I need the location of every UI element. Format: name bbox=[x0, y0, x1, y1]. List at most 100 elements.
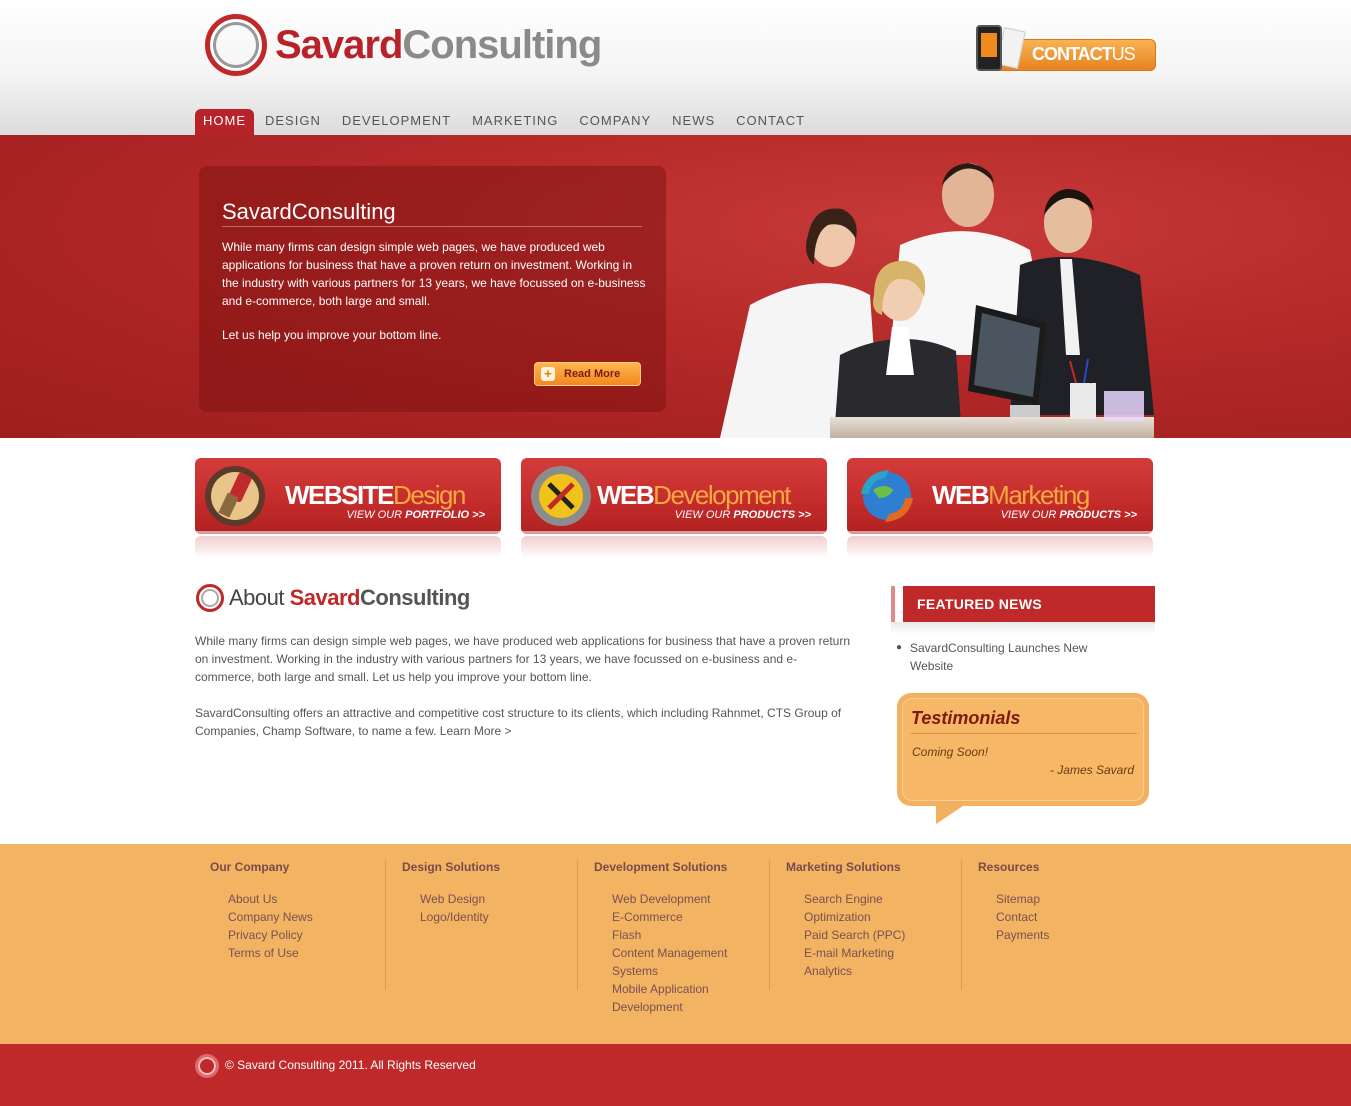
footer-col-resources: Resources Sitemap Contact Payments bbox=[961, 860, 1153, 990]
nav-design[interactable]: DESIGN bbox=[255, 109, 331, 135]
contact-us-button[interactable]: CONTACTUS bbox=[970, 25, 1156, 71]
footer-col-title: Design Solutions bbox=[402, 860, 501, 874]
about-heading: About SavardConsulting bbox=[196, 584, 470, 612]
nav-news[interactable]: NEWS bbox=[662, 109, 725, 135]
footer-link[interactable]: Company News bbox=[228, 908, 378, 926]
footer-link[interactable]: Sitemap bbox=[996, 890, 1146, 908]
hero-divider bbox=[222, 226, 642, 227]
service-link-prefix: VIEW OUR bbox=[674, 509, 734, 521]
service-reflection bbox=[847, 536, 1153, 558]
nav-marketing[interactable]: MARKETING bbox=[462, 109, 568, 135]
nav-company[interactable]: COMPANY bbox=[569, 109, 661, 135]
featured-news-title: FEATURED NEWS bbox=[917, 596, 1042, 612]
footer-link[interactable]: Paid Search (PPC) bbox=[804, 926, 922, 944]
nav-contact[interactable]: CONTACT bbox=[726, 109, 815, 135]
service-link[interactable]: VIEW OUR PRODUCTS >> bbox=[675, 509, 811, 521]
nav-development[interactable]: DEVELOPMENT bbox=[332, 109, 461, 135]
hero-textbox: SavardConsulting While many firms can de… bbox=[199, 166, 666, 412]
service-title: WEBMarketing bbox=[932, 480, 1090, 511]
service-link-bold: PRODUCTS >> bbox=[1059, 509, 1137, 521]
globe-arrows-icon bbox=[861, 470, 913, 522]
about-title-red: Savard bbox=[289, 585, 361, 610]
footer-link[interactable]: Terms of Use bbox=[228, 944, 378, 962]
footer-link[interactable]: Privacy Policy bbox=[228, 926, 378, 944]
about-title: About SavardConsulting bbox=[229, 585, 470, 611]
footer-col-development-solutions: Development Solutions Web Development E-… bbox=[577, 860, 769, 1014]
paintbrush-icon bbox=[205, 466, 265, 526]
footer-link[interactable]: Payments bbox=[996, 926, 1146, 944]
footer-col-title: Marketing Solutions bbox=[786, 860, 901, 874]
footer-link[interactable]: Contact bbox=[996, 908, 1146, 926]
ring-logo-icon bbox=[195, 1054, 219, 1078]
service-website-design[interactable]: WEBSITEDesign VIEW OUR PORTFOLIO >> bbox=[195, 458, 501, 534]
footer-col-title: Development Solutions bbox=[594, 860, 728, 874]
contact-us-word-2: US bbox=[1111, 44, 1136, 64]
main-nav: HOME DESIGN DEVELOPMENT MARKETING COMPAN… bbox=[195, 109, 816, 135]
copyright: © Savard Consulting 2011. All Rights Res… bbox=[225, 1058, 476, 1072]
page: SavardConsulting CONTACTUS HOME DESIGN D… bbox=[0, 0, 1351, 1106]
header: SavardConsulting CONTACTUS HOME DESIGN D… bbox=[0, 0, 1351, 135]
footer-link-list: About Us Company News Privacy Policy Ter… bbox=[228, 890, 378, 962]
service-title-bold: WEBSITE bbox=[285, 480, 394, 510]
about-title-prefix: About bbox=[229, 585, 290, 610]
logo-word-1: Savard bbox=[275, 22, 403, 67]
phone-icon bbox=[976, 25, 1002, 71]
learn-more-link[interactable]: Learn More > bbox=[440, 724, 512, 738]
nav-home[interactable]: HOME bbox=[195, 109, 254, 135]
news-item[interactable]: SavardConsulting Launches New Website bbox=[910, 639, 1110, 675]
footer-col-design-solutions: Design Solutions Web Design Logo/Identit… bbox=[385, 860, 577, 990]
contact-us-word-1: CONTACT bbox=[1032, 44, 1113, 64]
read-more-label: Read More bbox=[564, 368, 621, 380]
service-link[interactable]: VIEW OUR PRODUCTS >> bbox=[1001, 509, 1137, 521]
footer-link[interactable]: Web Development bbox=[612, 890, 737, 908]
hero-title: SavardConsulting bbox=[222, 199, 396, 224]
service-link-prefix: VIEW OUR bbox=[346, 509, 406, 521]
footer-link[interactable]: About Us bbox=[228, 890, 378, 908]
service-title: WEBSITEDesign bbox=[285, 480, 466, 511]
hero-banner: SavardConsulting While many firms can de… bbox=[0, 135, 1351, 438]
footer-link[interactable]: E-Commerce bbox=[612, 908, 737, 926]
footer-col-title: Resources bbox=[978, 860, 1040, 874]
service-title-bold: WEB bbox=[932, 480, 990, 510]
about-paragraph-2-text: SavardConsulting offers an attractive an… bbox=[195, 706, 842, 738]
site-logo[interactable]: SavardConsulting bbox=[205, 14, 602, 76]
service-title-light: Development bbox=[653, 480, 791, 510]
ring-logo-icon bbox=[196, 584, 224, 612]
hero-paragraph: While many firms can design simple web p… bbox=[222, 240, 646, 308]
footer-link-list: Web Development E-Commerce Flash Content… bbox=[612, 890, 737, 1016]
about-paragraph-2: SavardConsulting offers an attractive an… bbox=[195, 704, 855, 740]
about-paragraph-1: While many firms can design simple web p… bbox=[195, 634, 851, 684]
footer-col-our-company: Our Company About Us Company News Privac… bbox=[194, 860, 386, 990]
hero-tagline: Let us help you improve your bottom line… bbox=[222, 328, 442, 342]
contact-us-label: CONTACTUS bbox=[1032, 44, 1136, 65]
testimonial-author: - James Savard bbox=[1049, 763, 1134, 777]
service-link[interactable]: VIEW OUR PORTFOLIO >> bbox=[346, 509, 485, 521]
service-title-light: Design bbox=[392, 480, 466, 510]
about-title-grey: Consulting bbox=[360, 585, 470, 610]
service-web-marketing[interactable]: WEBMarketing VIEW OUR PRODUCTS >> bbox=[847, 458, 1153, 534]
read-more-button[interactable]: + Read More bbox=[534, 362, 641, 386]
footer-link[interactable]: Mobile Application Development bbox=[612, 980, 737, 1016]
ring-logo-icon bbox=[205, 14, 267, 76]
footer-link[interactable]: E-mail Marketing bbox=[804, 944, 922, 962]
footer-link[interactable]: Content Management Systems bbox=[612, 944, 737, 980]
service-web-development[interactable]: WEBDevelopment VIEW OUR PRODUCTS >> bbox=[521, 458, 827, 534]
footer-link[interactable]: Flash bbox=[612, 926, 737, 944]
tools-gear-icon bbox=[531, 466, 591, 526]
footer-link-list: Search Engine Optimization Paid Search (… bbox=[804, 890, 922, 980]
testimonials-divider bbox=[911, 733, 1137, 734]
team-photo bbox=[720, 163, 1154, 438]
service-reflection bbox=[195, 536, 501, 558]
featured-news-shadow bbox=[891, 622, 1155, 634]
plus-icon: + bbox=[541, 367, 555, 381]
service-title-light: Marketing bbox=[988, 480, 1090, 510]
service-title-bold: WEB bbox=[597, 480, 655, 510]
footer-link[interactable]: Analytics bbox=[804, 962, 922, 980]
footer-link[interactable]: Web Design bbox=[420, 890, 570, 908]
testimonial-quote: Coming Soon! bbox=[912, 745, 989, 759]
service-link-bold: PRODUCTS >> bbox=[733, 509, 811, 521]
service-link-bold: PORTFOLIO >> bbox=[405, 509, 485, 521]
footer-link[interactable]: Logo/Identity bbox=[420, 908, 570, 926]
service-reflection bbox=[521, 536, 827, 558]
footer-link[interactable]: Search Engine Optimization bbox=[804, 890, 922, 926]
